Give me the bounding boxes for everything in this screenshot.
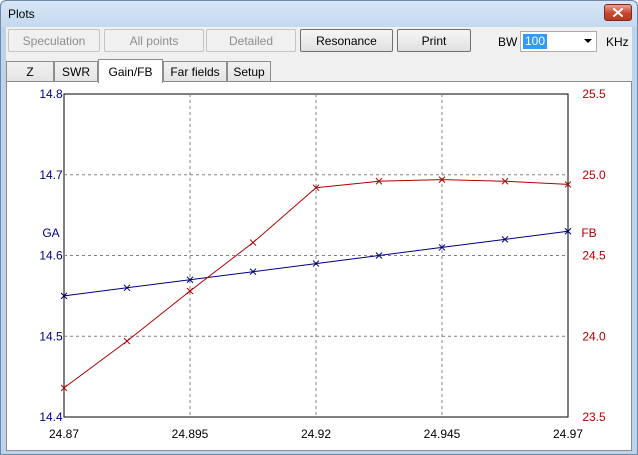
tab-far-fields[interactable]: Far fields bbox=[163, 61, 227, 82]
title-bar[interactable]: Plots bbox=[1, 1, 637, 27]
data-point-fb bbox=[249, 239, 257, 246]
bw-selected-value: 100 bbox=[523, 34, 548, 49]
x-tick-label: 24.87 bbox=[49, 427, 79, 441]
speculation-button[interactable]: Speculation bbox=[8, 29, 100, 52]
print-button[interactable]: Print bbox=[397, 29, 471, 52]
tab-z[interactable]: Z bbox=[6, 61, 54, 82]
window-client: Speculation All points Detailed Resonanc… bbox=[6, 27, 632, 451]
chevron-down-icon bbox=[584, 39, 592, 43]
resonance-button[interactable]: Resonance bbox=[300, 29, 393, 52]
tab-setup[interactable]: Setup bbox=[227, 61, 271, 82]
tab-strip: Z SWR Gain/FB Far fields Setup bbox=[6, 59, 632, 83]
x-tick-label: 24.97 bbox=[553, 427, 583, 441]
plot-panel: 24.87 24.895 24.92 24.945 24.97 14.4 14.5 14.6 1… bbox=[6, 81, 632, 451]
right-tick-label: 24.0 bbox=[582, 329, 606, 343]
right-tick-label: 25.0 bbox=[582, 168, 606, 182]
left-tick-label: 14.5 bbox=[39, 329, 63, 343]
close-button[interactable] bbox=[604, 4, 632, 21]
left-tick-label: 14.7 bbox=[39, 168, 63, 182]
unit-label: KHz bbox=[606, 35, 629, 49]
all-points-button[interactable]: All points bbox=[104, 29, 204, 52]
detailed-button[interactable]: Detailed bbox=[206, 29, 296, 52]
left-tick-label: 14.6 bbox=[39, 249, 63, 263]
bw-label: BW bbox=[498, 35, 518, 49]
window-title: Plots bbox=[8, 7, 35, 21]
right-tick-label: 24.5 bbox=[582, 249, 606, 263]
right-tick-label: 25.5 bbox=[582, 87, 606, 101]
left-tick-label: 14.4 bbox=[39, 410, 63, 424]
right-tick-label: 23.5 bbox=[582, 410, 606, 424]
tab-gain-fb[interactable]: Gain/FB bbox=[98, 59, 163, 83]
data-point-fb bbox=[123, 337, 131, 345]
tab-swr[interactable]: SWR bbox=[54, 61, 98, 82]
bw-select[interactable]: 100 bbox=[520, 31, 597, 52]
right-axis-label: FB bbox=[581, 226, 596, 240]
toolbar: Speculation All points Detailed Resonanc… bbox=[6, 27, 632, 57]
x-tick-label: 24.895 bbox=[172, 427, 209, 441]
left-axis-label: GA bbox=[42, 226, 59, 240]
x-tick-label: 24.945 bbox=[424, 427, 461, 441]
plots-window: Plots Speculation All points Detailed Re… bbox=[0, 0, 638, 455]
x-tick-label: 24.92 bbox=[301, 427, 331, 441]
gain-fb-chart: 24.87 24.895 24.92 24.945 24.97 14.4 14.5 14.6 1… bbox=[39, 87, 606, 441]
left-tick-label: 14.8 bbox=[39, 87, 63, 101]
close-icon bbox=[613, 8, 623, 17]
